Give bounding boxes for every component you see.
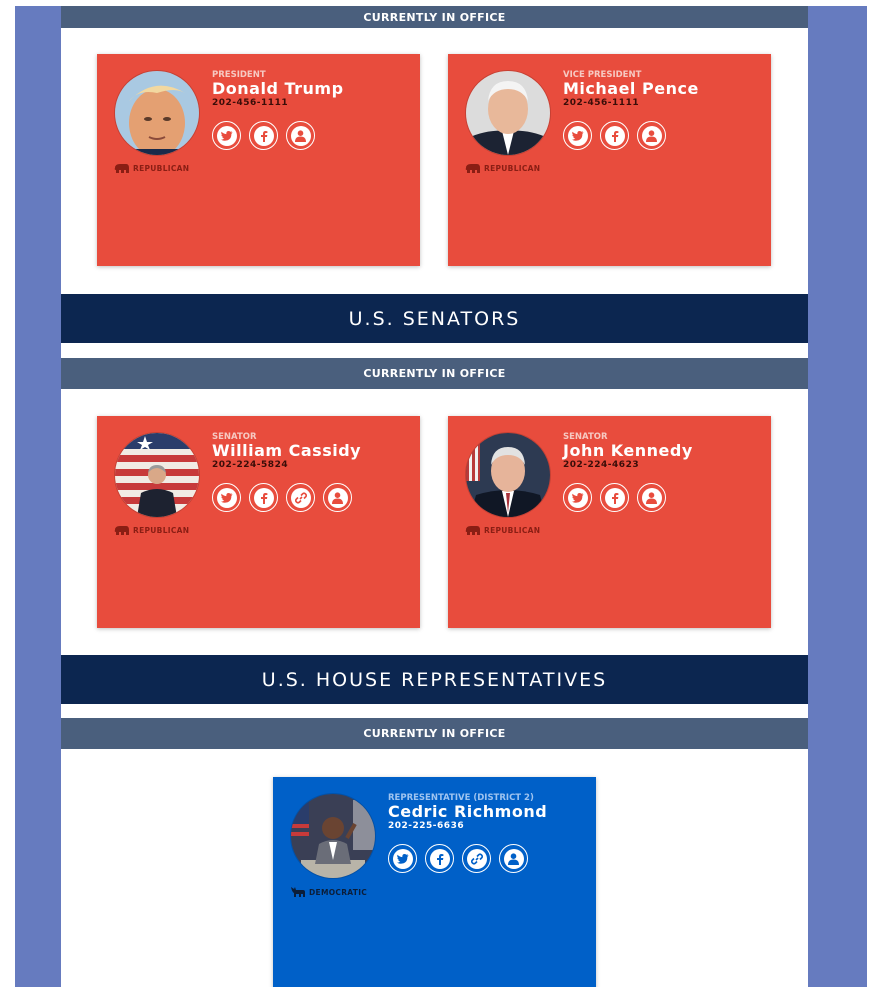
facebook-icon[interactable]: [600, 121, 629, 150]
party-label: REPUBLICAN: [114, 525, 189, 536]
official-card-senator-cassidy: REPUBLICAN SENATOR William Cassidy 202-2…: [97, 416, 420, 628]
donkey-icon: [291, 887, 305, 897]
facebook-icon[interactable]: [249, 121, 278, 150]
twitter-icon[interactable]: [563, 121, 592, 150]
link-icon[interactable]: [462, 844, 491, 873]
office-bar-senators: CURRENTLY IN OFFICE: [61, 358, 808, 389]
social-links: [563, 121, 699, 150]
party-name: REPUBLICAN: [133, 526, 190, 535]
elephant-icon: [465, 164, 480, 173]
social-links: [388, 844, 547, 873]
profile-icon[interactable]: [499, 844, 528, 873]
twitter-icon[interactable]: [388, 844, 417, 873]
profile-icon[interactable]: [323, 483, 352, 512]
official-phone: 202-456-1111: [212, 98, 289, 108]
social-links: [212, 483, 361, 512]
official-phone: 202-456-1111: [563, 98, 640, 108]
party-label: REPUBLICAN: [465, 525, 540, 536]
twitter-icon[interactable]: [212, 121, 241, 150]
avatar: [465, 70, 551, 156]
profile-icon[interactable]: [286, 121, 315, 150]
official-card-senator-kennedy: REPUBLICAN SENATOR John Kennedy 202-224-…: [448, 416, 771, 628]
facebook-icon[interactable]: [249, 483, 278, 512]
section-title: U.S. HOUSE REPRESENTATIVES: [261, 668, 608, 691]
official-phone: 202-225-6636: [388, 821, 465, 831]
official-card-president: REPUBLICAN PRESIDENT Donald Trump 202-45…: [97, 54, 420, 266]
official-name: William Cassidy: [212, 441, 362, 460]
facebook-icon[interactable]: [600, 483, 629, 512]
profile-icon[interactable]: [637, 483, 666, 512]
office-bar-house: CURRENTLY IN OFFICE: [61, 718, 808, 749]
party-name: REPUBLICAN: [484, 526, 541, 535]
avatar: [465, 432, 551, 518]
party-label: DEMOCRATIC: [290, 886, 367, 898]
party-label: REPUBLICAN: [114, 163, 189, 174]
section-header-house: U.S. HOUSE REPRESENTATIVES: [61, 655, 808, 704]
official-name: Donald Trump: [212, 79, 344, 98]
section-title: U.S. SENATORS: [348, 307, 521, 330]
official-card-vice-president: REPUBLICAN VICE PRESIDENT Michael Pence …: [448, 54, 771, 266]
facebook-icon[interactable]: [425, 844, 454, 873]
official-name: John Kennedy: [563, 441, 693, 460]
official-name: Cedric Richmond: [388, 802, 548, 821]
official-name: Michael Pence: [563, 79, 699, 98]
office-bar-executive: CURRENTLY IN OFFICE: [61, 6, 808, 28]
office-bar-label: CURRENTLY IN OFFICE: [363, 10, 506, 24]
avatar: [290, 793, 376, 879]
elephant-icon: [465, 526, 480, 535]
twitter-icon[interactable]: [212, 483, 241, 512]
party-name: REPUBLICAN: [484, 164, 541, 173]
profile-icon[interactable]: [637, 121, 666, 150]
party-label: REPUBLICAN: [465, 163, 540, 174]
office-bar-label: CURRENTLY IN OFFICE: [363, 727, 506, 740]
social-links: [563, 483, 693, 512]
twitter-icon[interactable]: [563, 483, 592, 512]
official-phone: 202-224-5824: [212, 460, 289, 470]
elephant-icon: [114, 164, 129, 173]
official-card-representative-richmond: DEMOCRATIC REPRESENTATIVE (DISTRICT 2) C…: [273, 777, 596, 987]
official-phone: 202-224-4623: [563, 460, 640, 470]
party-name: DEMOCRATIC: [309, 887, 368, 897]
social-links: [212, 121, 344, 150]
elephant-icon: [114, 526, 129, 535]
section-header-senators: U.S. SENATORS: [61, 294, 808, 343]
link-icon[interactable]: [286, 483, 315, 512]
avatar: [114, 432, 200, 518]
representatives-panel: CURRENTLY IN OFFICE REPUBLICAN PRESIDENT…: [61, 6, 808, 987]
avatar: [114, 70, 200, 156]
party-name: REPUBLICAN: [133, 164, 190, 173]
office-bar-label: CURRENTLY IN OFFICE: [363, 367, 506, 380]
